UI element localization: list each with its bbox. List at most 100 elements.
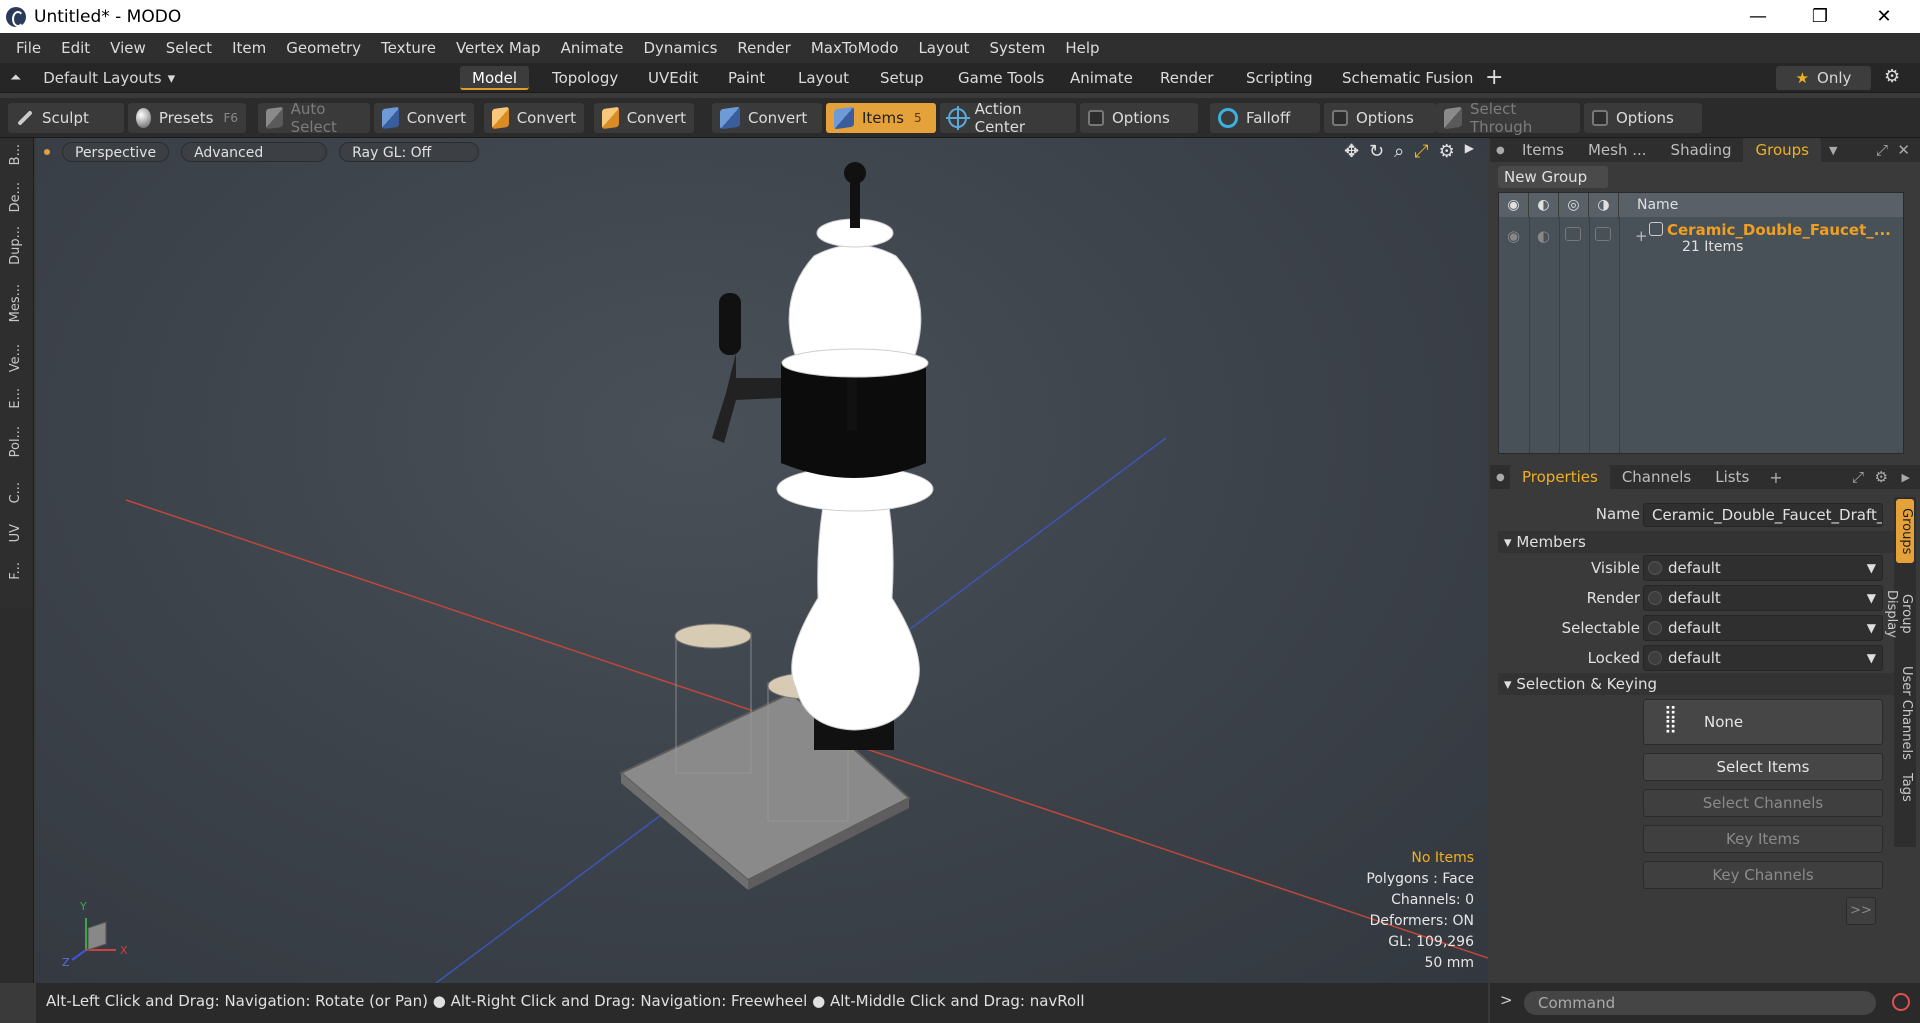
command-history-arrow-icon[interactable]: > (1500, 991, 1513, 1009)
record-icon[interactable] (1892, 993, 1910, 1011)
visibility-eye-icon[interactable]: ◉ (1499, 193, 1529, 217)
render-icon[interactable]: ◐ (1529, 193, 1559, 217)
select-through-button[interactable]: Select Through (1436, 100, 1580, 136)
only-toggle[interactable]: ★ Only (1776, 66, 1871, 90)
panel-expand-icon[interactable]: ⤢ (1852, 468, 1864, 486)
tab-game-tools[interactable]: Game Tools (946, 66, 1056, 90)
menu-animate[interactable]: Animate (551, 39, 634, 57)
panel-dot-icon[interactable]: ● (1496, 472, 1510, 483)
group-name-field[interactable]: Ceramic_Double_Faucet_Draft_B (1643, 503, 1883, 527)
tab-shading[interactable]: Shading (1659, 138, 1744, 162)
select-items-button[interactable]: Select Items (1643, 753, 1883, 781)
menu-texture[interactable]: Texture (371, 39, 446, 57)
menu-maxtomodo[interactable]: MaxToModo (801, 39, 909, 57)
tab-uvedit[interactable]: UVEdit (636, 66, 710, 90)
selectable-radio[interactable] (1648, 621, 1662, 635)
left-tab-curve[interactable]: C... (8, 482, 26, 503)
menu-geometry[interactable]: Geometry (276, 39, 371, 57)
left-tab-edge[interactable]: E... (8, 388, 26, 409)
collapse-arrow-icon[interactable]: ⏶ (10, 70, 21, 86)
tab-items[interactable]: Items (1510, 138, 1576, 162)
side-tab-groups[interactable]: Groups (1896, 499, 1914, 563)
panel-expand-icon[interactable]: ⤢ (1876, 141, 1888, 159)
convert-button-4[interactable]: Convert (712, 103, 822, 133)
select-channels-button[interactable]: Select Channels (1643, 789, 1883, 817)
lock-icon[interactable]: ◑ (1589, 193, 1619, 217)
auto-select-button[interactable]: Auto Select (258, 100, 370, 136)
left-tab-basic[interactable]: B... (8, 144, 26, 165)
tab-lists[interactable]: Lists (1703, 465, 1761, 489)
menu-render[interactable]: Render (727, 39, 800, 57)
command-input[interactable]: Command (1524, 991, 1876, 1015)
gear-icon[interactable]: ⚙ (1884, 66, 1900, 87)
menu-system[interactable]: System (979, 39, 1055, 57)
tab-paint[interactable]: Paint (716, 66, 777, 90)
select-lock-icon[interactable]: ◎ (1559, 193, 1589, 217)
new-group-button[interactable]: New Group (1498, 166, 1608, 188)
side-tab-tags[interactable]: Tags (1896, 767, 1914, 807)
panel-close-icon[interactable]: ✕ (1897, 141, 1910, 159)
selectable-dropdown[interactable]: default ▼ (1643, 615, 1883, 641)
locked-dropdown[interactable]: default ▼ (1643, 645, 1883, 671)
render-dropdown[interactable]: default ▼ (1643, 585, 1883, 611)
convert-button-3[interactable]: Convert (594, 103, 694, 133)
row-render-icon[interactable]: ◐ (1537, 227, 1550, 245)
raygl-button[interactable]: Ray GL: Off (339, 142, 480, 162)
add-panel-tab-icon[interactable]: + (1769, 468, 1782, 487)
render-radio[interactable] (1648, 591, 1662, 605)
options-button-2[interactable]: Options (1324, 103, 1436, 133)
move-view-icon[interactable]: ✥ (1344, 141, 1359, 162)
tab-mesh[interactable]: Mesh ... (1576, 138, 1659, 162)
panel-dropdown-icon[interactable]: ▼ (1829, 144, 1837, 157)
menu-select[interactable]: Select (156, 39, 222, 57)
maximize-view-icon[interactable]: ⤢ (1414, 141, 1428, 162)
tab-schematic-fusion[interactable]: Schematic Fusion (1330, 66, 1485, 90)
menu-view[interactable]: View (100, 39, 156, 57)
tab-setup[interactable]: Setup (868, 66, 936, 90)
left-tab-uv[interactable]: UV (8, 524, 26, 542)
menu-item[interactable]: Item (222, 39, 276, 57)
left-tab-polygon[interactable]: Pol... (8, 426, 26, 457)
left-tab-mesh[interactable]: Mes... (8, 284, 26, 322)
none-button[interactable]: ⠿ ⠿ None (1643, 699, 1883, 745)
advanced-button[interactable]: Advanced (181, 142, 328, 162)
tab-topology[interactable]: Topology (540, 66, 630, 90)
menu-file[interactable]: File (6, 39, 51, 57)
row-lock-checkbox[interactable] (1595, 227, 1611, 241)
row-select-checkbox[interactable] (1565, 227, 1581, 241)
add-tab-icon[interactable]: + (1485, 65, 1503, 90)
presets-button[interactable]: Presets F6 (128, 103, 246, 133)
tab-channels[interactable]: Channels (1610, 465, 1703, 489)
action-center-button[interactable]: Action Center (940, 100, 1076, 136)
viewport-settings-icon[interactable]: ⚙ (1439, 141, 1455, 162)
side-tab-group-display[interactable]: Group Display (1884, 569, 1914, 659)
visible-radio[interactable] (1648, 561, 1662, 575)
menu-dynamics[interactable]: Dynamics (633, 39, 727, 57)
tab-properties[interactable]: Properties (1510, 465, 1610, 489)
key-channels-button[interactable]: Key Channels (1643, 861, 1883, 889)
close-button[interactable]: ✕ (1854, 0, 1914, 33)
members-section-header[interactable]: ▾ Members (1498, 531, 1906, 553)
sculpt-button[interactable]: Sculpt (8, 103, 124, 133)
viewport-menu-dot-icon[interactable] (44, 149, 50, 155)
convert-button-1[interactable]: Convert (374, 103, 474, 133)
left-tab-vertex[interactable]: Ve... (8, 344, 26, 372)
panel-dot-icon[interactable]: ● (1496, 145, 1510, 156)
options-button-3[interactable]: Options (1584, 103, 1702, 133)
key-items-button[interactable]: Key Items (1643, 825, 1883, 853)
tab-render[interactable]: Render (1148, 66, 1225, 90)
falloff-button[interactable]: Falloff (1210, 103, 1320, 133)
left-tab-duplicate[interactable]: Dup... (8, 226, 26, 265)
selection-keying-section-header[interactable]: ▾ Selection & Keying (1498, 673, 1906, 695)
group-row[interactable]: ◉ ◐ + Ceramic_Double_Faucet_... 21 Items (1499, 217, 1903, 257)
tab-groups[interactable]: Groups (1743, 138, 1821, 162)
side-tab-user-channels[interactable]: User Channels (1896, 665, 1914, 761)
layouts-dropdown[interactable]: ⏶ Default Layouts ▾ (10, 67, 175, 89)
panel-more-icon[interactable]: ▶ (1902, 471, 1910, 484)
menu-edit[interactable]: Edit (51, 39, 100, 57)
items-mode-button[interactable]: Items 5 (826, 103, 936, 133)
3d-viewport[interactable]: Y X Z Perspective Advanced Ray GL: Off ✥… (36, 138, 1488, 983)
tab-scripting[interactable]: Scripting (1234, 66, 1325, 90)
left-tab-deform[interactable]: De... (8, 182, 26, 212)
minimize-button[interactable]: — (1728, 0, 1788, 33)
